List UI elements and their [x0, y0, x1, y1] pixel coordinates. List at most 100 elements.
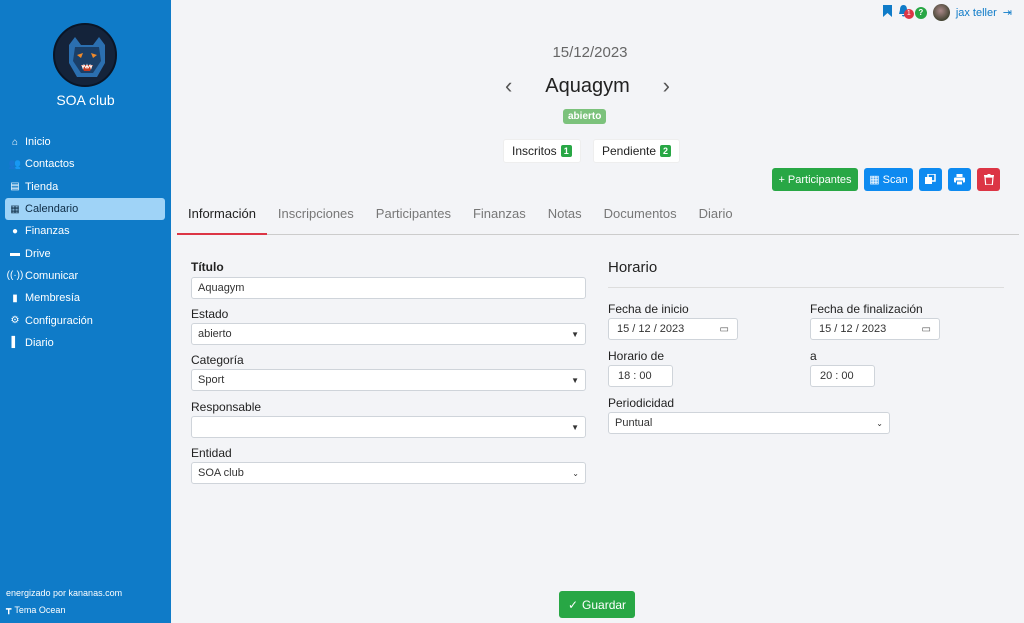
club-name: SOA club	[56, 92, 115, 108]
sidebar-item-label: Configuración	[25, 314, 93, 327]
sidebar-item-finanzas[interactable]: ● Finanzas	[5, 220, 165, 242]
add-participants-button[interactable]: + Participantes	[772, 168, 858, 191]
estado-value: abierto	[198, 328, 232, 340]
sidebar: SOA club ⌂ Inicio 👥 Contactos ▤ Tienda ▦ Cal…	[0, 0, 171, 623]
estado-select[interactable]: abierto ▼	[191, 323, 586, 345]
delete-button[interactable]	[977, 168, 1000, 191]
sidebar-item-inicio[interactable]: ⌂ Inicio	[5, 131, 165, 153]
tab-bar: Información Inscripciones Participantes …	[177, 200, 1019, 235]
caret-down-icon: ▼	[571, 422, 579, 432]
entidad-value: SOA club	[198, 467, 244, 479]
pendiente-counter[interactable]: Pendiente 2	[593, 139, 681, 163]
a-input[interactable]: 20 : 00	[810, 365, 875, 387]
sidebar-item-label: Comunicar	[25, 269, 79, 282]
sidebar-item-label: Tienda	[25, 180, 59, 193]
sidebar-item-label: Drive	[25, 247, 51, 260]
horario-de-input[interactable]: 18 : 00	[608, 365, 673, 387]
logout-icon[interactable]: ⇥	[1003, 6, 1012, 19]
categoria-value: Sport	[198, 374, 225, 386]
chevron-down-icon: ⌄	[572, 468, 579, 478]
powered-by[interactable]: energizado por kananas.com	[6, 588, 122, 598]
tab-finanzas[interactable]: Finanzas	[462, 200, 537, 235]
sidebar-item-diario[interactable]: ▌ Diario	[5, 332, 165, 354]
chevron-down-icon: ⌄	[876, 418, 883, 428]
pendiente-label: Pendiente	[602, 144, 657, 158]
calendar-icon: ▦	[10, 203, 20, 215]
chevron-left-icon[interactable]: ‹	[505, 73, 512, 99]
trash-icon	[983, 174, 994, 185]
user-name[interactable]: jax teller	[956, 7, 997, 19]
notification-count-badge: 1	[903, 9, 914, 19]
topbar: 1 ? jax teller ⇥	[882, 4, 1012, 21]
save-label: Guardar	[582, 597, 627, 612]
a-value: 20 : 00	[820, 370, 854, 382]
bookmark-icon[interactable]	[882, 5, 892, 20]
sidebar-item-label: Finanzas	[25, 225, 70, 238]
categoria-label: Categoría	[191, 353, 244, 367]
titulo-label: Título	[191, 260, 224, 274]
sidebar-item-label: Inicio	[25, 136, 51, 149]
tab-notas[interactable]: Notas	[537, 200, 593, 235]
sidebar-item-label: Membresía	[25, 292, 81, 305]
fecha-fin-input[interactable]: 15 / 12 / 2023 ▭	[810, 318, 940, 340]
titulo-input[interactable]: Aquagym	[191, 277, 586, 299]
tab-informacion[interactable]: Información	[177, 200, 267, 235]
drive-icon: ▬	[10, 248, 20, 260]
periodicidad-value: Puntual	[615, 417, 653, 429]
sidebar-item-tienda[interactable]: ▤ Tienda	[5, 176, 165, 198]
tab-participantes[interactable]: Participantes	[365, 200, 462, 235]
sidebar-item-configuracion[interactable]: ⚙ Configuración	[5, 309, 165, 331]
chevron-right-icon[interactable]: ›	[663, 73, 670, 99]
status-badge: abierto	[563, 109, 607, 124]
entidad-label: Entidad	[191, 446, 232, 460]
fecha-inicio-label: Fecha de inicio	[608, 302, 689, 316]
sidebar-item-contactos[interactable]: 👥 Contactos	[5, 153, 165, 175]
save-button[interactable]: ✓ Guardar	[559, 591, 635, 618]
periodicidad-label: Periodicidad	[608, 396, 675, 410]
tab-inscripciones[interactable]: Inscripciones	[267, 200, 365, 235]
pendiente-count-badge: 2	[660, 145, 672, 157]
sidebar-item-label: Contactos	[25, 158, 75, 171]
gear-icon: ⚙	[10, 315, 20, 327]
caret-down-icon: ▼	[571, 375, 579, 385]
qr-icon: ▦	[869, 174, 880, 186]
event-date: 15/12/2023	[552, 44, 628, 61]
piggy-icon: ●	[11, 225, 19, 237]
tab-diario[interactable]: Diario	[688, 200, 744, 235]
notifications-button[interactable]: 1	[898, 5, 914, 20]
scan-button[interactable]: ▦ Scan	[864, 168, 913, 191]
tab-documentos[interactable]: Documentos	[593, 200, 688, 235]
broadcast-icon: ((·))	[6, 270, 24, 282]
print-icon	[954, 174, 965, 185]
calendar-icon[interactable]: ▭	[720, 324, 729, 335]
club-logo	[53, 23, 117, 87]
inscritos-count-badge: 1	[560, 145, 572, 157]
caret-down-icon: ▼	[571, 329, 579, 339]
avatar[interactable]	[932, 4, 950, 21]
inscritos-counter[interactable]: Inscritos 1	[503, 139, 581, 163]
fecha-inicio-input[interactable]: 15 / 12 / 2023 ▭	[608, 318, 738, 340]
home-icon: ⌂	[11, 136, 19, 148]
categoria-select[interactable]: Sport ▼	[191, 369, 586, 391]
entidad-select[interactable]: SOA club ⌄	[191, 462, 586, 484]
event-title: Aquagym	[545, 74, 630, 97]
sidebar-nav: ⌂ Inicio 👥 Contactos ▤ Tienda ▦ Calendario ●…	[5, 131, 165, 354]
help-button[interactable]: ?	[914, 6, 927, 19]
sidebar-item-calendario[interactable]: ▦ Calendario	[5, 197, 165, 221]
sidebar-item-comunicar[interactable]: ((·)) Comunicar	[5, 265, 165, 287]
event-title-row: ‹ Aquagym ›	[505, 73, 670, 99]
duplicate-button[interactable]	[919, 168, 942, 191]
responsable-label: Responsable	[191, 400, 262, 414]
calendar-icon[interactable]: ▭	[922, 324, 931, 335]
sidebar-item-membresia[interactable]: ▮ Membresía	[5, 287, 165, 309]
fecha-fin-label: Fecha de finalización	[810, 302, 923, 316]
theme-selector[interactable]: ┳ Tema Ocean	[6, 604, 65, 615]
theme-label: Tema Ocean	[14, 604, 66, 615]
sidebar-item-drive[interactable]: ▬ Drive	[5, 242, 165, 264]
periodicidad-select[interactable]: Puntual ⌄	[608, 412, 890, 434]
responsable-select[interactable]: ▼	[191, 416, 586, 438]
horario-de-value: 18 : 00	[618, 370, 652, 382]
horario-de-label: Horario de	[608, 349, 665, 363]
users-icon: 👥	[8, 158, 22, 170]
print-button[interactable]	[948, 168, 971, 191]
